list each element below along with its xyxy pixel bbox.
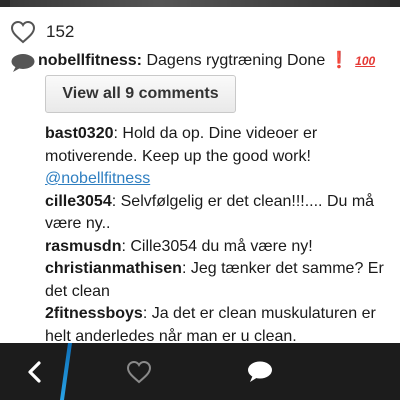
heart-outline-icon[interactable] bbox=[126, 360, 152, 389]
comment-item: rasmusdn: Cille3054 du må være ny! bbox=[45, 236, 395, 259]
caption-username[interactable]: nobellfitness: bbox=[38, 52, 142, 69]
comment-item: bast0320: Hold da op. Dine videoer er mo… bbox=[45, 123, 395, 191]
post-image-bottom-edge bbox=[0, 0, 400, 7]
hundred-emoji: 100 bbox=[355, 54, 376, 68]
comment-mention-link[interactable]: @nobellfitness bbox=[45, 170, 150, 187]
post-image-frame bbox=[10, 0, 390, 7]
post-caption: nobellfitness: Dagens rygtræning Done ❗ 10… bbox=[38, 51, 375, 71]
speech-bubble-icon[interactable] bbox=[246, 360, 274, 389]
heart-outline-icon[interactable] bbox=[10, 20, 36, 44]
caption-row: nobellfitness: Dagens rygtræning Done ❗ 10… bbox=[10, 51, 395, 78]
comment-username[interactable]: cille3054 bbox=[45, 193, 112, 210]
comment-bubble-icon bbox=[10, 51, 38, 78]
comment-list: bast0320: Hold da op. Dine videoer er mo… bbox=[45, 123, 395, 348]
likes-row: 152 bbox=[10, 18, 74, 46]
comment-username[interactable]: rasmusdn bbox=[45, 238, 121, 255]
back-button[interactable] bbox=[0, 343, 73, 400]
view-all-comments-button[interactable]: View all 9 comments bbox=[45, 75, 236, 113]
bottom-action-bar bbox=[0, 343, 400, 400]
caption-text: Dagens rygtræning Done bbox=[142, 52, 326, 69]
like-count[interactable]: 152 bbox=[46, 22, 74, 42]
back-accent-stripe bbox=[59, 343, 73, 400]
comment-item: 2fitnessboys: Ja det er clean muskulatur… bbox=[45, 303, 395, 348]
exclamation-emoji: ❗ bbox=[329, 52, 350, 69]
comment-username[interactable]: 2fitnessboys bbox=[45, 305, 143, 322]
chevron-left-icon[interactable] bbox=[25, 360, 45, 389]
comment-item: christianmathisen: Jeg tænker det samme?… bbox=[45, 258, 395, 303]
comment-username[interactable]: christianmathisen bbox=[45, 260, 182, 277]
comment-text: : Cille3054 du må være ny! bbox=[121, 237, 313, 255]
comment-username[interactable]: bast0320 bbox=[45, 125, 114, 142]
comment-item: cille3054: Selvfølgelig er det clean!!!.… bbox=[45, 191, 395, 236]
